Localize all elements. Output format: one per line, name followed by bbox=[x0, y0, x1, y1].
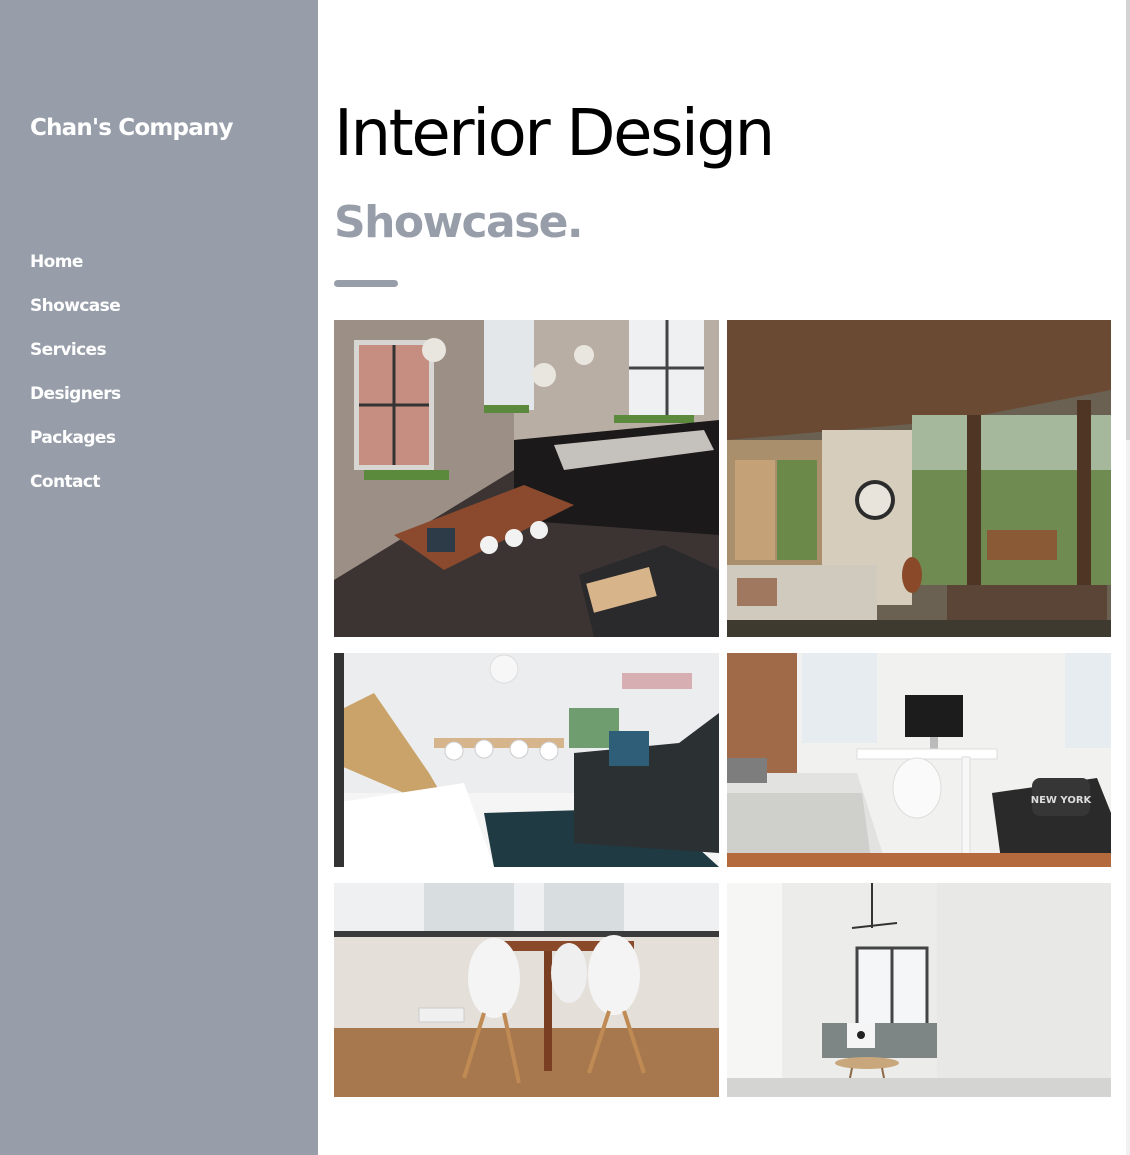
nav-item-packages[interactable]: Packages bbox=[30, 424, 121, 468]
scrollbar-thumb[interactable] bbox=[1126, 0, 1130, 440]
showcase-photo-living[interactable] bbox=[334, 653, 719, 867]
sidebar: Chan's Company Home Showcase Services De… bbox=[0, 0, 318, 1155]
scrollbar-track[interactable] bbox=[1126, 0, 1130, 1155]
showcase-photo-dining[interactable] bbox=[334, 883, 719, 1097]
nav-item-home[interactable]: Home bbox=[30, 248, 121, 292]
nav-item-contact[interactable]: Contact bbox=[30, 468, 121, 512]
nav-item-showcase[interactable]: Showcase bbox=[30, 292, 121, 336]
showcase-photo-patio[interactable] bbox=[727, 320, 1111, 637]
showcase-photo-bedroom[interactable]: NEW YORK bbox=[727, 653, 1111, 867]
pillow-text: NEW YORK bbox=[1031, 795, 1093, 806]
sidebar-nav: Home Showcase Services Designers Package… bbox=[30, 248, 121, 512]
brand-name[interactable]: Chan's Company bbox=[30, 112, 270, 145]
nav-item-services[interactable]: Services bbox=[30, 336, 121, 380]
nav-item-designers[interactable]: Designers bbox=[30, 380, 121, 424]
page-subtitle: Showcase. bbox=[334, 197, 584, 248]
showcase-photo-kitchen[interactable] bbox=[334, 320, 719, 637]
showcase-photo-lounge[interactable] bbox=[727, 883, 1111, 1097]
page-title: Interior Design bbox=[334, 97, 775, 171]
title-divider bbox=[334, 280, 398, 287]
